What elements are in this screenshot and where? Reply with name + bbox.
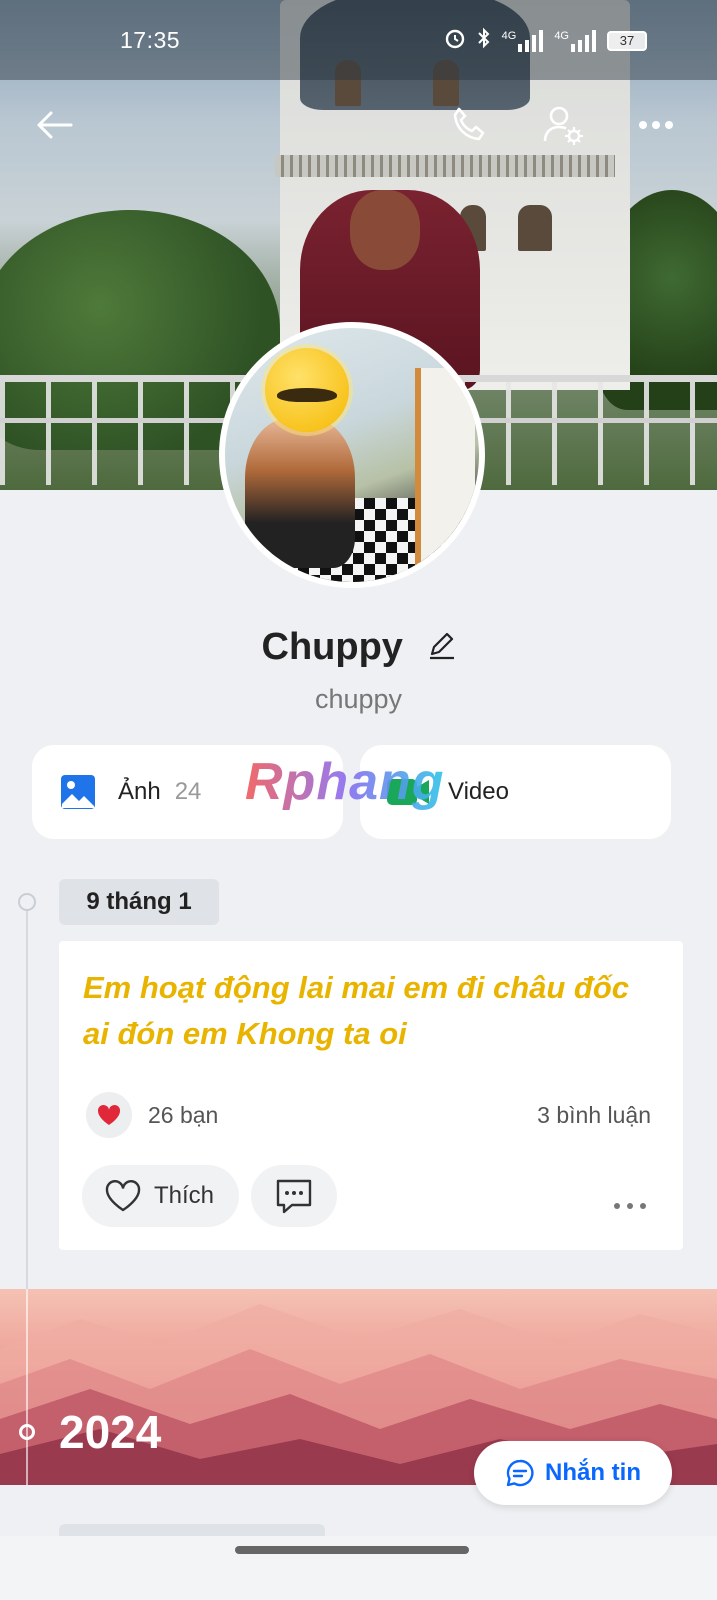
like-label: Thích xyxy=(154,1182,215,1209)
year-dot xyxy=(19,1424,35,1440)
user-settings-icon xyxy=(543,106,583,145)
timeline-dot xyxy=(18,893,36,911)
status-bar: 17:35 4G 4G 37 xyxy=(0,0,717,80)
heart-reaction-icon xyxy=(97,1104,121,1125)
signal-icon-2: 4G xyxy=(554,29,597,52)
year-label: 2024 xyxy=(59,1406,162,1458)
profile-name: Chuppy xyxy=(261,626,403,668)
pencil-icon xyxy=(429,633,454,660)
back-button[interactable] xyxy=(29,100,79,150)
more-button[interactable] xyxy=(631,100,681,150)
signal-icon-1: 4G xyxy=(502,29,545,52)
home-indicator[interactable] xyxy=(235,1546,469,1554)
heart-outline-icon xyxy=(105,1180,141,1212)
more-horizontal-icon xyxy=(639,121,673,129)
profile-handle: chuppy xyxy=(314,684,403,714)
comment-button[interactable] xyxy=(251,1165,337,1227)
message-button[interactable]: Nhắn tin xyxy=(474,1441,672,1505)
phone-icon xyxy=(453,107,485,141)
like-button[interactable]: Thích xyxy=(82,1165,239,1227)
post-more-button[interactable] xyxy=(613,1186,647,1217)
comment-count[interactable]: 3 bình luận xyxy=(537,1102,651,1129)
chat-bubble-icon xyxy=(506,1459,534,1487)
timeline-post[interactable]: Em hoạt động lai mai em đi châu đốc ai đ… xyxy=(59,941,683,1250)
battery-icon: 37 xyxy=(607,30,647,51)
call-button[interactable] xyxy=(444,100,494,150)
alarm-icon xyxy=(444,27,466,54)
photos-count: 24 xyxy=(174,778,202,805)
bluetooth-icon xyxy=(476,26,492,55)
timeline-line-overlay xyxy=(26,1289,28,1539)
comment-icon xyxy=(276,1179,312,1214)
video-label: Video xyxy=(448,778,509,805)
profile-settings-button[interactable] xyxy=(538,100,588,150)
watermark: Rphang xyxy=(245,753,445,811)
arrow-left-icon xyxy=(37,111,73,139)
more-horizontal-icon xyxy=(614,1203,646,1209)
timeline-date: 9 tháng 1 xyxy=(59,879,219,925)
reaction-badge[interactable] xyxy=(86,1092,132,1138)
post-text: Em hoạt động lai mai em đi châu đốc ai đ… xyxy=(83,970,630,1051)
status-time: 17:35 xyxy=(120,27,181,53)
profile-name-row: Chuppy xyxy=(0,626,717,670)
photos-label: Ảnh xyxy=(118,778,161,805)
image-icon xyxy=(61,775,95,809)
avatar[interactable] xyxy=(219,322,485,588)
edit-name-button[interactable] xyxy=(428,627,456,670)
message-label: Nhắn tin xyxy=(545,1459,641,1486)
reaction-count[interactable]: 26 bạn xyxy=(148,1102,218,1129)
